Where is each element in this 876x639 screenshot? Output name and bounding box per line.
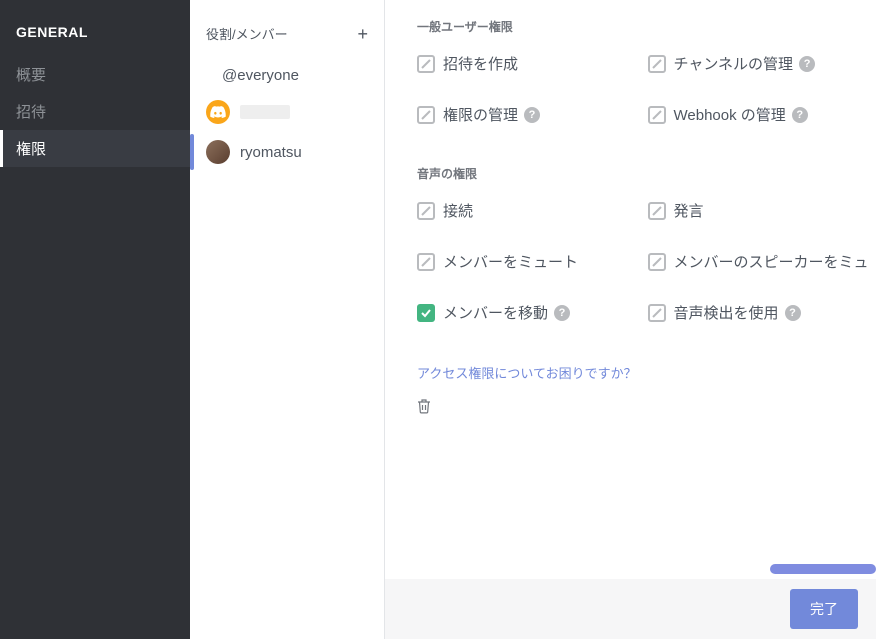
roles-header: 役割/メンバー + [190,18,384,59]
permission-checkbox[interactable] [417,202,435,220]
permission-label: Webhook の管理 [674,104,786,125]
role-label: ryomatsu [240,144,302,161]
role-label-redacted [240,105,290,119]
permission-item: 権限の管理? [417,104,644,125]
permission-checkbox[interactable] [648,106,666,124]
permission-checkbox[interactable] [417,55,435,73]
general-section-title: 一般ユーザー権限 [417,18,874,35]
permission-checkbox[interactable] [417,253,435,271]
permission-checkbox[interactable] [417,304,435,322]
permission-label: 接続 [443,200,473,221]
help-link[interactable]: アクセス権限についてお困りですか？ [417,363,637,382]
help-icon[interactable]: ? [785,305,801,321]
sidebar-title: GENERAL [0,18,190,56]
permission-item: 接続 [417,200,644,221]
permission-item: 音声検出を使用? [648,302,875,323]
discord-icon [206,100,230,124]
permission-item: メンバーを移動? [417,302,644,323]
permission-label: 招待を作成 [443,53,518,74]
permission-label: メンバーをミュート [443,251,578,272]
add-role-button[interactable]: + [357,25,368,43]
permission-label: メンバーのスピーカーをミュ [674,251,869,272]
done-button[interactable]: 完了 [790,589,858,629]
permission-checkbox[interactable] [417,106,435,124]
help-icon[interactable]: ? [792,107,808,123]
user-avatar [206,140,230,164]
scrollbar-thumb[interactable] [770,564,876,574]
trash-icon[interactable] [417,401,431,417]
permission-item: チャンネルの管理? [648,53,875,74]
sidebar-nav-item[interactable]: 権限 [0,130,190,167]
permission-checkbox[interactable] [648,304,666,322]
permission-checkbox[interactable] [648,55,666,73]
permission-item: Webhook の管理? [648,104,875,125]
permissions-content: 一般ユーザー権限 招待を作成チャンネルの管理?権限の管理?Webhook の管理… [385,0,876,579]
permission-label: チャンネルの管理 [674,53,794,74]
sidebar-nav-item[interactable]: 概要 [0,56,190,93]
permission-item: メンバーのスピーカーをミュ [648,251,875,272]
help-icon[interactable]: ? [524,107,540,123]
role-item[interactable]: ryomatsu [190,132,384,172]
permission-item: メンバーをミュート [417,251,644,272]
roles-title: 役割/メンバー [206,24,288,43]
role-item[interactable] [190,92,384,132]
sidebar-nav-item[interactable]: 招待 [0,93,190,130]
permission-label: 権限の管理 [443,104,518,125]
help-icon[interactable]: ? [799,56,815,72]
permission-label: メンバーを移動 [443,302,548,323]
sidebar-left: GENERAL 概要招待権限 [0,0,190,639]
app-root: GENERAL 概要招待権限 役割/メンバー + @everyone ryomat… [0,0,876,639]
footer: 完了 [385,579,876,639]
permission-label: 発言 [674,200,704,221]
roles-panel: 役割/メンバー + @everyone ryomatsu [190,0,385,639]
role-item[interactable]: @everyone [190,59,384,92]
main-panel: 一般ユーザー権限 招待を作成チャンネルの管理?権限の管理?Webhook の管理… [385,0,876,639]
permission-label: 音声検出を使用 [674,302,779,323]
help-icon[interactable]: ? [554,305,570,321]
permission-checkbox[interactable] [648,253,666,271]
permission-item: 招待を作成 [417,53,644,74]
permission-checkbox[interactable] [648,202,666,220]
permission-item: 発言 [648,200,875,221]
voice-section-title: 音声の権限 [417,165,874,182]
horizontal-scrollbar[interactable] [770,564,876,574]
